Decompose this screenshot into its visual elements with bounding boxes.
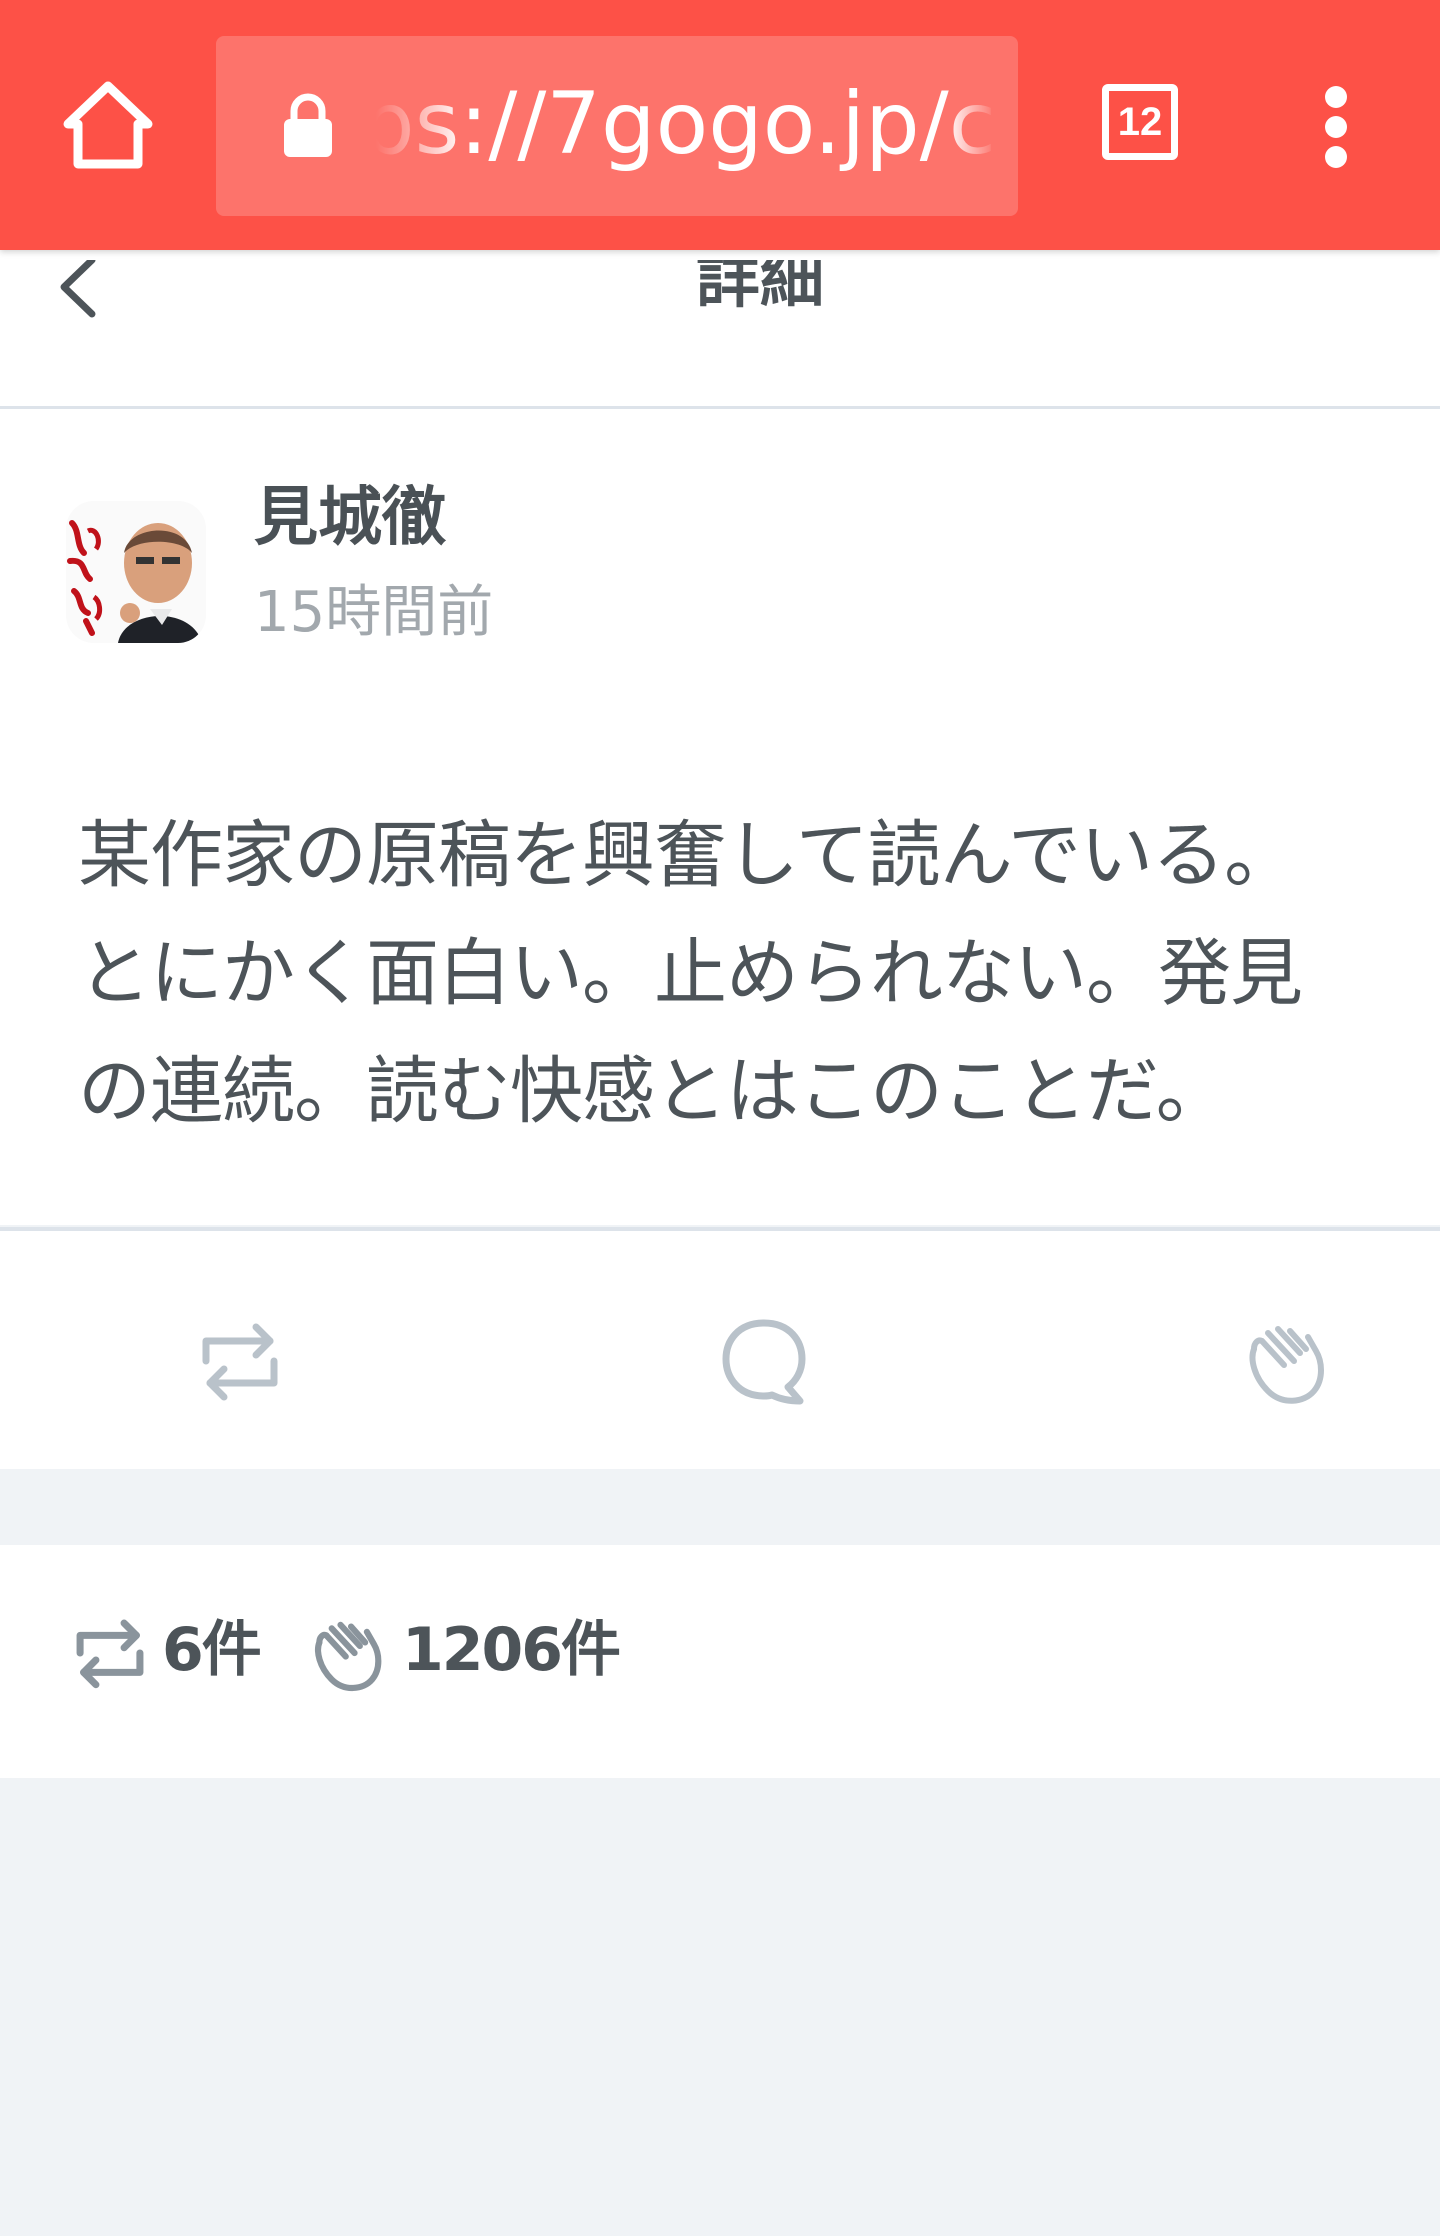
action-bar	[0, 1227, 1440, 1469]
clap-count[interactable]: 1206件	[402, 1605, 621, 1695]
post-body-line: の連続。読む快感とはこのことだ。	[78, 1049, 1229, 1134]
browser-toolbar: https://7gogo.jp/c 12	[0, 0, 1440, 250]
author-name[interactable]: 見城徹	[254, 473, 446, 563]
repost-icon[interactable]	[190, 1311, 290, 1411]
comment-icon[interactable]	[714, 1311, 814, 1411]
tab-switcher-icon[interactable]: 12	[1102, 84, 1178, 160]
address-bar[interactable]: https://7gogo.jp/c	[216, 36, 1018, 216]
avatar[interactable]	[66, 501, 206, 643]
home-icon[interactable]	[58, 76, 158, 176]
repost-count[interactable]: 6件	[162, 1605, 262, 1695]
post-body: 某作家の原稿を興奮して読んでいる。 とにかく面白い。止められない。発見 の連続。…	[78, 797, 1418, 1151]
clap-icon	[300, 1609, 388, 1697]
post-card: 見城徹 15時間前 某作家の原稿を興奮して読んでいる。 とにかく面白い。止められ…	[0, 409, 1440, 1225]
post-body-line: 某作家の原稿を興奮して読んでいる。	[78, 813, 1297, 898]
post-timestamp: 15時間前	[254, 580, 494, 645]
page-header: 詳細	[0, 243, 1440, 409]
post-body-line: とにかく面白い。止められない。発見	[78, 931, 1303, 1016]
clap-icon[interactable]	[1232, 1311, 1332, 1411]
url-text: https://7gogo.jp/c	[376, 74, 996, 174]
overflow-menu-icon[interactable]	[1316, 86, 1356, 172]
post-stats: 6件 1206件	[0, 1545, 1440, 1778]
lock-icon	[278, 91, 338, 161]
repost-icon	[66, 1609, 154, 1697]
